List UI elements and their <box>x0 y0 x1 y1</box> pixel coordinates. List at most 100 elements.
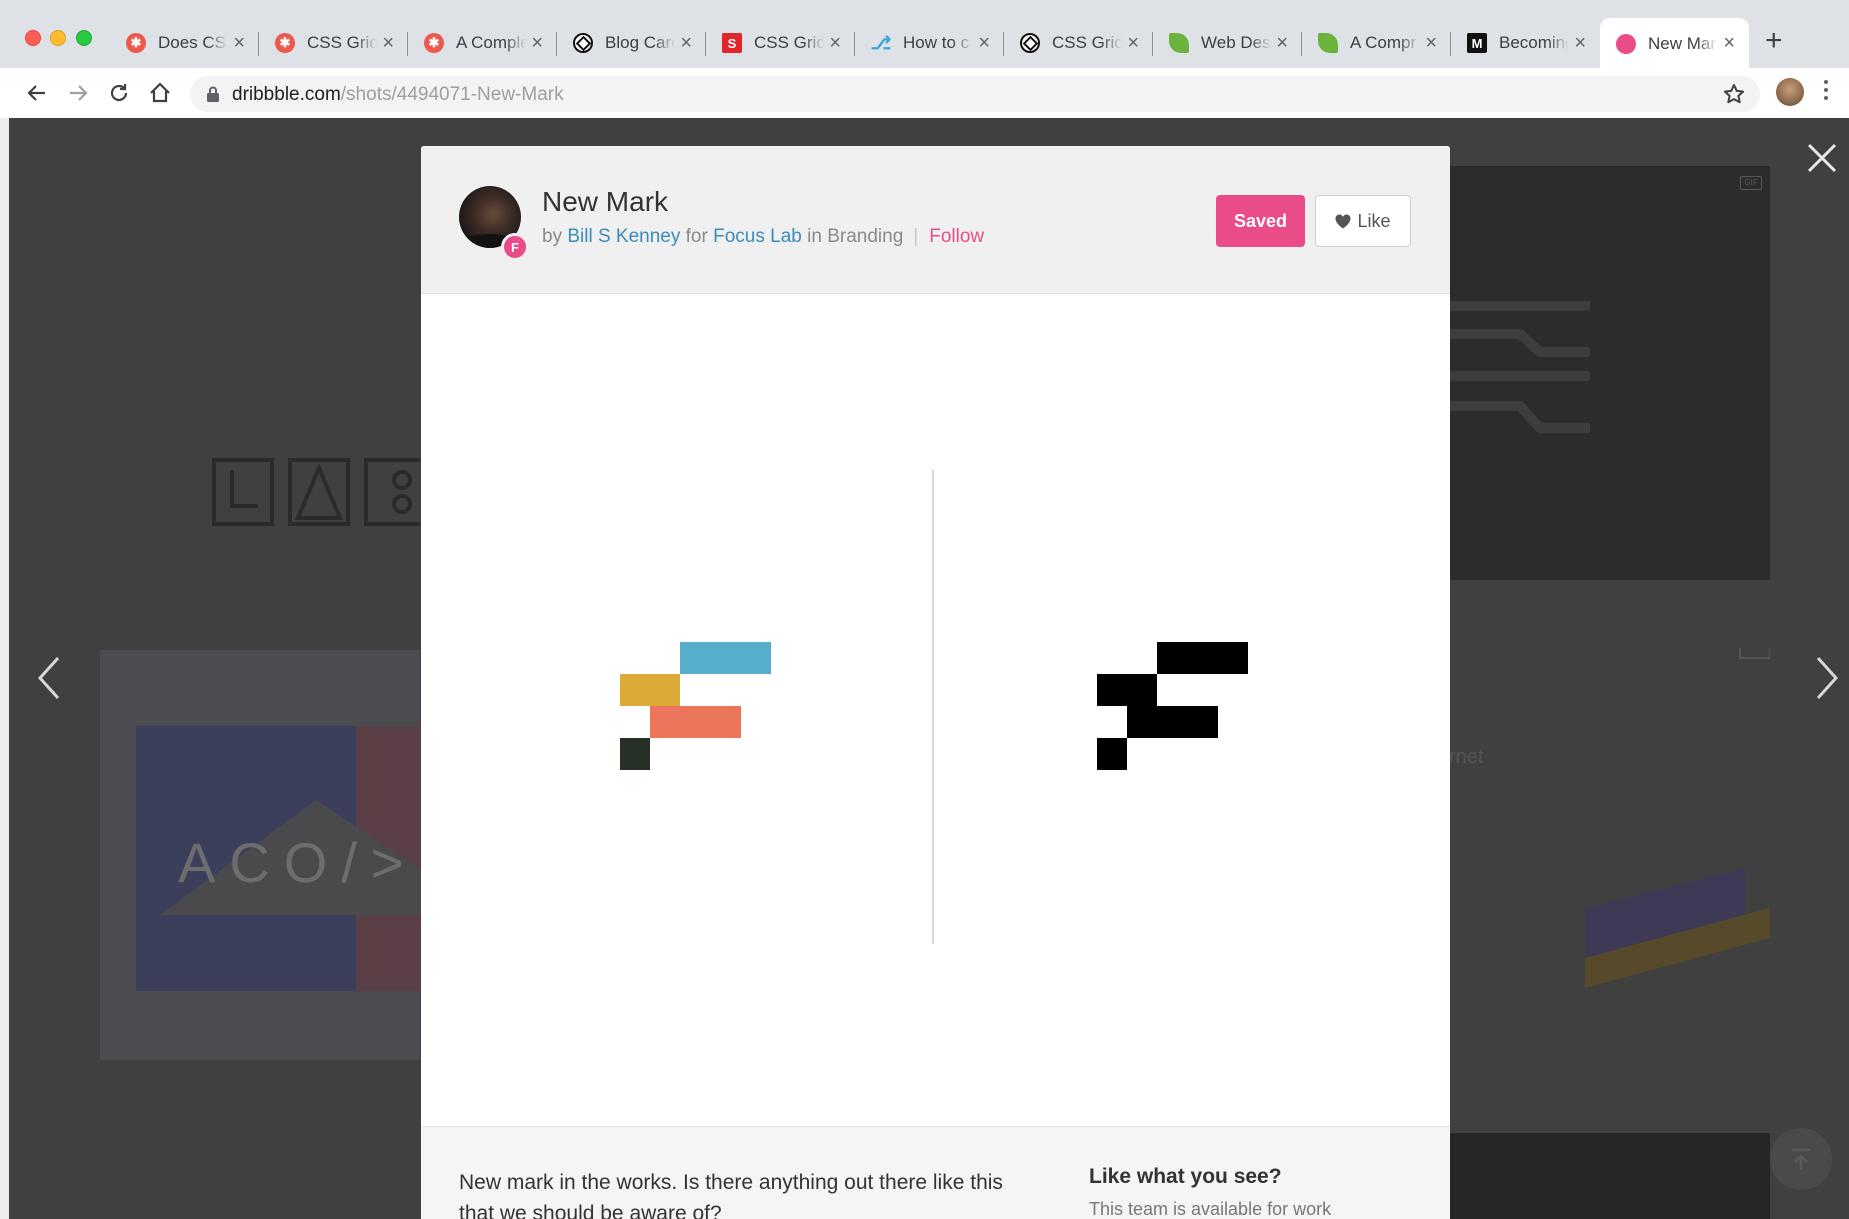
tab-close-icon[interactable]: × <box>233 31 245 55</box>
browser-tab[interactable]: ✱ CSS Grid × <box>259 18 408 68</box>
tab-close-icon[interactable]: × <box>1276 31 1288 55</box>
tab-close-icon[interactable]: × <box>531 31 543 55</box>
shot-image <box>421 295 1450 1125</box>
tab-title: How to c <box>903 33 970 52</box>
browser-tab[interactable]: ✱ Does CSS × <box>110 18 259 68</box>
team-link[interactable]: Focus Lab <box>713 226 802 247</box>
browser-tab[interactable]: New Mark × <box>1600 18 1749 70</box>
tab-title: New Mark <box>1648 34 1718 53</box>
leaf-icon <box>1169 33 1189 53</box>
browser-tab[interactable]: S CSS Grid × <box>706 18 855 68</box>
shot-title: New Mark <box>542 186 669 217</box>
s-logo-icon: S <box>722 33 742 53</box>
url-text: dribbble.com/shots/4494071-New-Mark <box>232 84 564 105</box>
tab-title: CSS Grid <box>307 33 377 52</box>
tab-strip: ✱Does CSS×✱CSS Grid×✱A Complete×Blog Car… <box>110 18 1750 70</box>
forward-button[interactable] <box>63 78 93 108</box>
tab-title: Blog Card <box>605 33 675 52</box>
browser-tab[interactable]: Web Des × <box>1153 18 1302 68</box>
background-shot-card-right <box>1585 648 1770 988</box>
asterisk-icon: ✱ <box>126 33 146 53</box>
arrow-right-icon <box>70 85 88 101</box>
tab-title: CSS Grid <box>754 33 824 52</box>
bookmark-star-icon[interactable] <box>1722 82 1746 106</box>
home-button[interactable] <box>145 78 175 108</box>
asterisk-icon: ✱ <box>275 33 295 53</box>
shot-byline: by Bill S Kenney for Focus Lab in Brandi… <box>542 226 984 248</box>
arrow-up-icon <box>1792 1148 1810 1170</box>
tab-close-icon[interactable]: × <box>1127 31 1139 55</box>
tab-title: CSS Grid <box>1052 33 1122 52</box>
lock-icon <box>207 86 219 102</box>
codepen-icon <box>1020 33 1040 53</box>
browser-tab[interactable]: ⎇ How to c × <box>855 18 1004 68</box>
codepen-icon <box>573 33 593 53</box>
asterisk-icon: ✱ <box>424 33 444 53</box>
browser-tab[interactable]: A Compr × <box>1302 18 1451 68</box>
in-label: in <box>807 226 822 247</box>
next-shot-arrow[interactable] <box>1806 648 1846 708</box>
team-badge-icon[interactable]: F <box>501 233 529 261</box>
reload-icon <box>110 84 128 102</box>
background-shot-text-right: rnet <box>1449 746 1484 768</box>
new-tab-button[interactable]: + <box>1765 26 1783 56</box>
tab-title: A Complete <box>456 33 526 52</box>
browser-tab[interactable]: ✱ A Complete × <box>408 18 557 68</box>
dribbble-icon <box>1616 34 1636 54</box>
profile-avatar[interactable] <box>1776 78 1804 106</box>
black-mark-logo <box>1097 642 1249 770</box>
tab-close-icon[interactable]: × <box>1723 31 1735 55</box>
hire-heading: Like what you see? <box>1089 1165 1282 1188</box>
tab-close-icon[interactable]: × <box>829 31 841 55</box>
background-shot-dark <box>1450 166 1770 580</box>
color-mark-logo <box>620 642 772 770</box>
saved-button[interactable]: Saved <box>1216 195 1305 247</box>
address-bar[interactable]: dribbble.com/shots/4494071-New-Mark <box>190 76 1760 112</box>
scroll-to-top-button[interactable] <box>1770 1128 1832 1190</box>
close-overlay-button[interactable] <box>1806 142 1838 174</box>
browser-chrome: ✱Does CSS×✱CSS Grid×✱A Complete×Blog Car… <box>0 0 1849 118</box>
shot-header: F New Mark by Bill S Kenney for Focus La… <box>421 146 1450 294</box>
for-label: for <box>685 226 708 247</box>
byline-divider: | <box>913 226 919 247</box>
previous-shot-arrow[interactable] <box>30 648 70 708</box>
gif-badge: GIF <box>1740 176 1762 190</box>
tab-close-icon[interactable]: × <box>1574 31 1586 55</box>
follow-link[interactable]: Follow <box>929 226 984 247</box>
shot-description: New mark in the works. Is there anything… <box>459 1171 1003 1219</box>
browser-toolbar: dribbble.com/shots/4494071-New-Mark <box>0 68 1849 118</box>
browser-tab[interactable]: M Becoming × <box>1451 18 1600 68</box>
shot-modal: F New Mark by Bill S Kenney for Focus La… <box>421 146 1450 1219</box>
tab-close-icon[interactable]: × <box>680 31 692 55</box>
back-button[interactable] <box>22 78 52 108</box>
minimize-window-button[interactable] <box>50 30 66 46</box>
browser-tab[interactable]: Blog Card × <box>557 18 706 68</box>
category-link[interactable]: Branding <box>827 226 903 247</box>
shot-details: New mark in the works. Is there anything… <box>421 1126 1450 1219</box>
browser-menu-button[interactable] <box>1822 80 1830 106</box>
shot-divider <box>932 470 934 944</box>
tab-title: Web Des <box>1201 33 1271 52</box>
like-button[interactable]: Like <box>1315 195 1411 247</box>
by-label: by <box>542 226 563 247</box>
close-window-button[interactable] <box>25 30 41 46</box>
tab-title: Becoming <box>1499 33 1569 52</box>
medium-icon: M <box>1467 33 1487 53</box>
tab-close-icon[interactable]: × <box>1425 31 1437 55</box>
zoom-window-button[interactable] <box>76 30 92 46</box>
page-overlay: ACO/>E GIF rnet F New Mark by Bill S Ken… <box>0 118 1849 1219</box>
reload-button[interactable] <box>104 78 134 108</box>
leaf-icon <box>1318 33 1338 53</box>
author-link[interactable]: Bill S Kenney <box>567 226 680 247</box>
home-icon <box>150 82 170 103</box>
tab-close-icon[interactable]: × <box>382 31 394 55</box>
background-shot-bottom <box>1450 1133 1770 1219</box>
tab-title: Does CSS <box>158 33 228 52</box>
tab-title: A Compr <box>1350 33 1417 52</box>
hire-text: This team is available for work <box>1089 1199 1332 1219</box>
browser-tab[interactable]: CSS Grid × <box>1004 18 1153 68</box>
like-label: Like <box>1357 210 1391 231</box>
tree-icon: ⎇ <box>870 32 892 53</box>
heart-icon <box>1335 213 1351 228</box>
tab-close-icon[interactable]: × <box>978 31 990 55</box>
